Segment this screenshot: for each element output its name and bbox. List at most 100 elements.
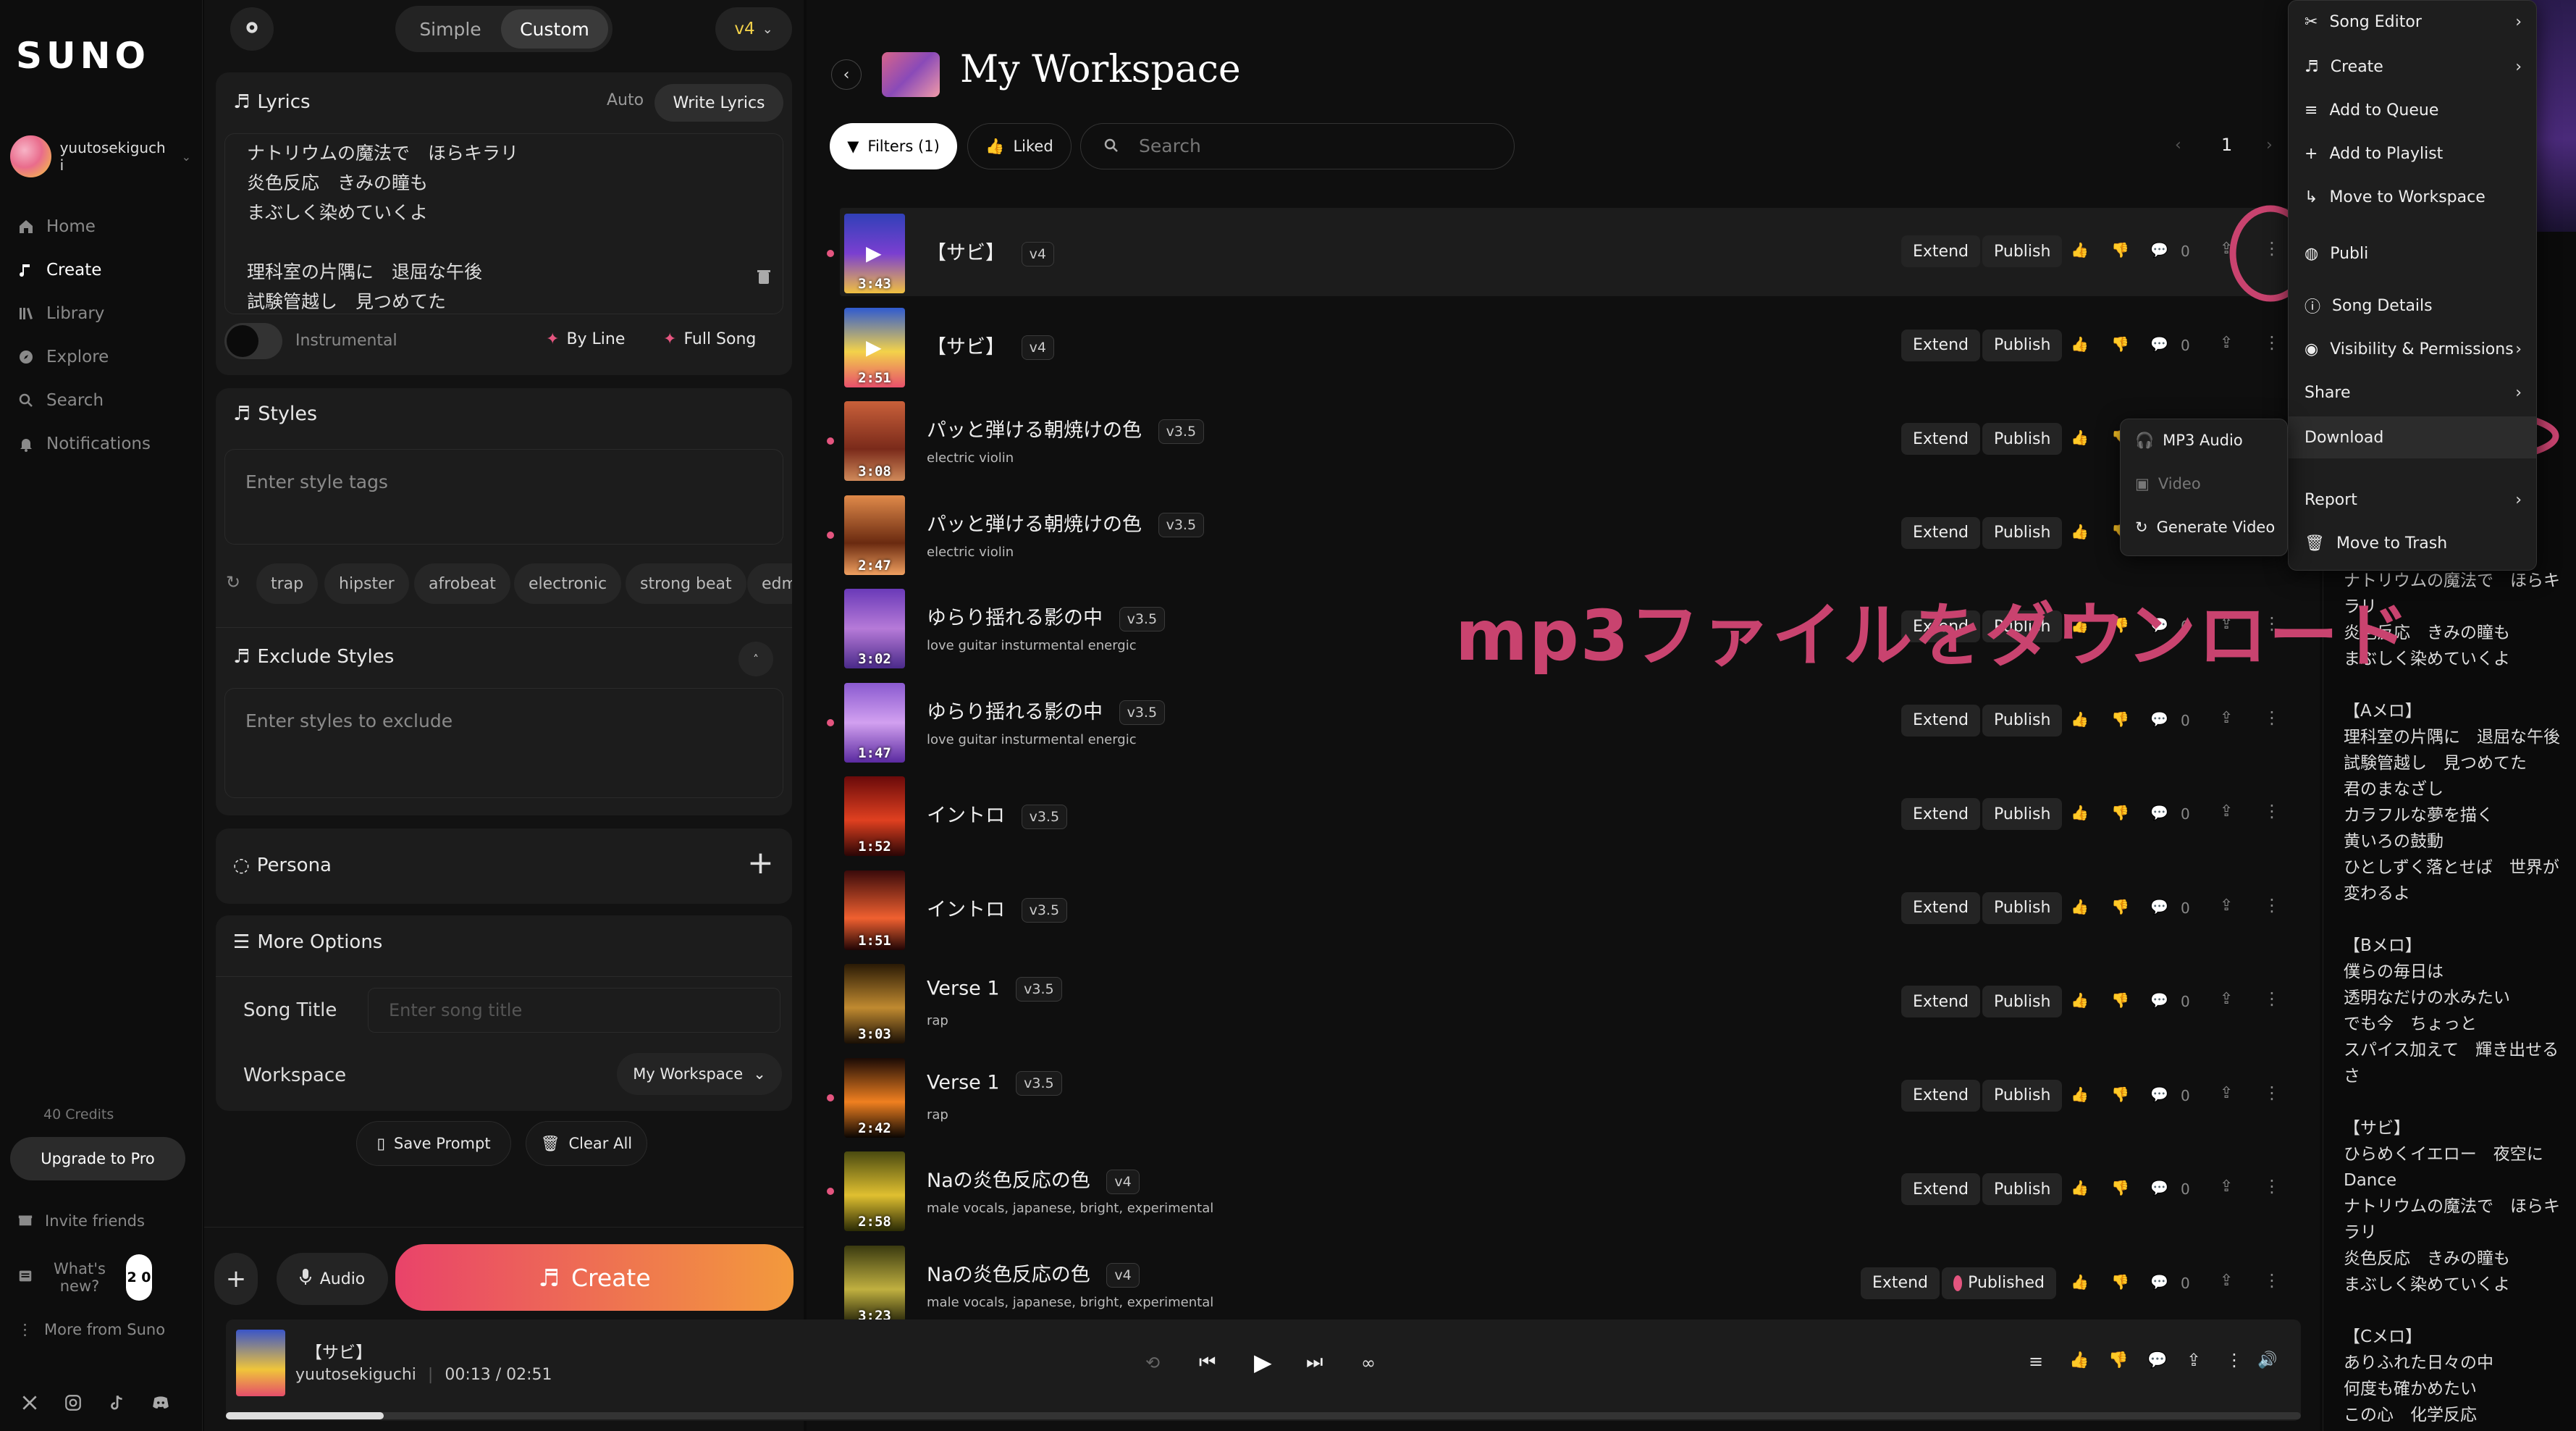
thumbs-up-icon[interactable]: 👍 — [2071, 804, 2089, 821]
download-mp3-audio[interactable]: 🎧 MP3 Audio — [2121, 419, 2287, 461]
extend-button[interactable]: Extend — [1901, 891, 1980, 924]
generate-video[interactable]: ↻ Generate Video — [2121, 506, 2287, 548]
publish-button[interactable]: Publish — [1982, 1079, 2062, 1112]
persona-card[interactable]: ◌ Persona + — [216, 828, 792, 904]
player-artist[interactable]: yuutosekiguchi — [295, 1366, 416, 1384]
volume-icon[interactable]: 🔊 — [2257, 1351, 2277, 1369]
x-icon[interactable] — [20, 1393, 39, 1415]
more-vertical-icon[interactable]: ⋮ — [2263, 332, 2281, 353]
style-tag[interactable]: strong beat — [626, 563, 746, 604]
song-title[interactable]: Verse 1 v3.5 — [927, 1070, 1062, 1096]
menu-add-to-playlist[interactable]: + Add to Playlist — [2289, 133, 2536, 175]
share-icon[interactable]: ⇪ — [2220, 1272, 2233, 1290]
song-row[interactable]: 1:52 イントロ v3.5 Extend Publish 👍 👎 💬 0 ⇪ … — [840, 771, 2295, 859]
extend-button[interactable]: Extend — [1901, 1173, 1980, 1205]
liked-button[interactable]: 👍 Liked — [967, 123, 1072, 169]
song-style-tags[interactable]: love guitar insturmental energic — [927, 638, 1137, 653]
song-thumbnail[interactable]: 2:58 — [844, 1151, 905, 1231]
publish-button[interactable]: Publish — [1982, 1173, 2062, 1205]
extend-button[interactable]: Extend — [1901, 329, 1980, 361]
thumbs-up-icon[interactable]: 👍 — [2069, 1351, 2089, 1369]
by-line-button[interactable]: ✦ By Line — [546, 330, 625, 348]
queue-icon[interactable]: ≡ — [2029, 1351, 2043, 1372]
extend-button[interactable]: Extend — [1861, 1267, 1940, 1299]
song-row[interactable]: 3:08 パッと弾ける朝焼けの色 v3.5 electric violin Ex… — [827, 395, 2295, 484]
trash-icon[interactable] — [757, 269, 771, 288]
mode-simple-tab[interactable]: Simple — [400, 9, 501, 49]
more-vertical-icon[interactable]: ⋮ — [2263, 1176, 2281, 1196]
full-song-button[interactable]: ✦ Full Song — [663, 330, 756, 348]
comment-icon[interactable]: 💬 — [2150, 241, 2168, 259]
share-icon[interactable]: ⇪ — [2220, 709, 2233, 727]
more-vertical-icon[interactable]: ⋮ — [2263, 708, 2281, 728]
song-title[interactable]: ゆらり揺れる影の中 v3.5 — [927, 602, 1166, 631]
extend-button[interactable]: Extend — [1901, 516, 1980, 549]
audio-button[interactable]: Audio — [277, 1253, 388, 1305]
thumbs-down-icon[interactable]: 👎 — [2111, 710, 2129, 728]
song-style-tags[interactable]: rap — [927, 1013, 948, 1028]
share-icon[interactable]: ⇪ — [2220, 1178, 2233, 1196]
song-row[interactable]: 3:23 Naの炎色反応の色 v4 male vocals, japanese,… — [840, 1240, 2295, 1328]
share-icon[interactable]: ⇪ — [2220, 1084, 2233, 1102]
menu-move-to-trash[interactable]: 🗑 Move to Trash — [2289, 522, 2536, 564]
song-title[interactable]: 【サビ】 v4 — [927, 331, 1054, 360]
share-icon[interactable]: ⇪ — [2186, 1350, 2201, 1370]
play-icon[interactable]: ▶ — [866, 335, 882, 359]
nav-search[interactable]: Search — [17, 386, 104, 415]
comment-icon[interactable]: 💬 — [2150, 1273, 2168, 1291]
menu-publish[interactable]: ◍ Publi — [2289, 240, 2536, 267]
skip-forward-icon[interactable]: ⏭ — [1306, 1351, 1323, 1374]
song-style-tags[interactable]: electric violin — [927, 450, 1014, 466]
player-title[interactable]: 【サビ】 — [306, 1338, 372, 1363]
menu-song-editor[interactable]: ✂ Song Editor › — [2289, 1, 2536, 43]
song-title[interactable]: Verse 1 v3.5 — [927, 977, 1062, 1002]
song-style-tags[interactable]: male vocals, japanese, bright, experimen… — [927, 1201, 1213, 1216]
instrumental-toggle[interactable] — [224, 323, 282, 359]
thumbs-down-icon[interactable]: 👎 — [2111, 991, 2129, 1009]
discord-icon[interactable] — [151, 1393, 171, 1415]
thumbs-up-icon[interactable]: 👍 — [2071, 335, 2089, 353]
publish-button[interactable]: Publish — [1982, 798, 2062, 830]
plus-icon[interactable]: + — [747, 844, 774, 881]
song-row[interactable]: 2:42 Verse 1 v3.5 rap Extend Publish 👍 👎… — [827, 1052, 2295, 1141]
next-page-icon[interactable]: › — [2266, 136, 2273, 154]
more-vertical-icon[interactable]: ⋮ — [2226, 1350, 2243, 1370]
instagram-icon[interactable] — [64, 1393, 83, 1415]
more-from-suno[interactable]: ⋮ More from Suno — [17, 1315, 165, 1344]
lyrics-auto-tab[interactable]: Auto — [607, 91, 644, 109]
publish-button[interactable]: Publish — [1982, 986, 2062, 1017]
song-title[interactable]: イントロ v3.5 — [927, 894, 1068, 923]
styles-input[interactable]: Enter style tags — [224, 449, 783, 545]
song-style-tags[interactable]: electric violin — [927, 545, 1014, 560]
thumbs-up-icon[interactable]: 👍 — [2071, 898, 2089, 915]
comment-icon[interactable]: 💬 — [2150, 335, 2168, 353]
comment-icon[interactable]: 💬 — [2150, 898, 2168, 915]
publish-button[interactable]: Publish — [1982, 329, 2062, 361]
search-input[interactable]: Search — [1080, 123, 1515, 169]
menu-visibility[interactable]: ◉ Visibility & Permissions › — [2289, 328, 2536, 370]
thumbs-up-icon[interactable]: 👍 — [2071, 1179, 2089, 1196]
user-menu[interactable]: yuutosekiguch i ⌄ — [10, 133, 191, 180]
song-row[interactable]: 2:58 Naの炎色反応の色 v4 male vocals, japanese,… — [827, 1146, 2295, 1234]
publish-button[interactable]: Publish — [1982, 891, 2062, 924]
song-thumbnail[interactable]: 3:02 — [844, 589, 905, 668]
settings-button[interactable] — [230, 7, 274, 51]
song-title[interactable]: Naの炎色反応の色 v4 — [927, 1259, 1140, 1288]
song-thumbnail[interactable]: 3:08 — [844, 401, 905, 481]
more-vertical-icon[interactable]: ⋮ — [2263, 1270, 2281, 1291]
song-row[interactable]: 1:51 イントロ v3.5 Extend Publish 👍 👎 💬 0 ⇪ … — [840, 865, 2295, 953]
whats-new[interactable]: What's new? 2 0 — [17, 1254, 184, 1301]
song-title[interactable]: 【サビ】 v4 — [927, 237, 1054, 267]
lyrics-textarea[interactable]: ナトリウムの魔法で ほらキラリ 炎色反応 きみの瞳も まぶしく染めていくよ 理科… — [224, 133, 783, 314]
thumbs-up-icon[interactable]: 👍 — [2071, 429, 2089, 446]
publish-button[interactable]: Publish — [1982, 423, 2062, 455]
model-select[interactable]: v4 ⌄ — [715, 7, 792, 51]
menu-share[interactable]: Share › — [2289, 372, 2536, 414]
upgrade-button[interactable]: Upgrade to Pro — [10, 1137, 185, 1180]
more-options-header[interactable]: ☰ More Options — [233, 931, 382, 953]
thumbs-down-icon[interactable]: 👎 — [2111, 1179, 2129, 1196]
share-icon[interactable]: ⇪ — [2220, 334, 2233, 352]
tiktok-icon[interactable] — [107, 1393, 126, 1415]
menu-add-to-queue[interactable]: ≡ Add to Queue — [2289, 89, 2536, 131]
style-tag[interactable]: hipster — [324, 563, 409, 604]
